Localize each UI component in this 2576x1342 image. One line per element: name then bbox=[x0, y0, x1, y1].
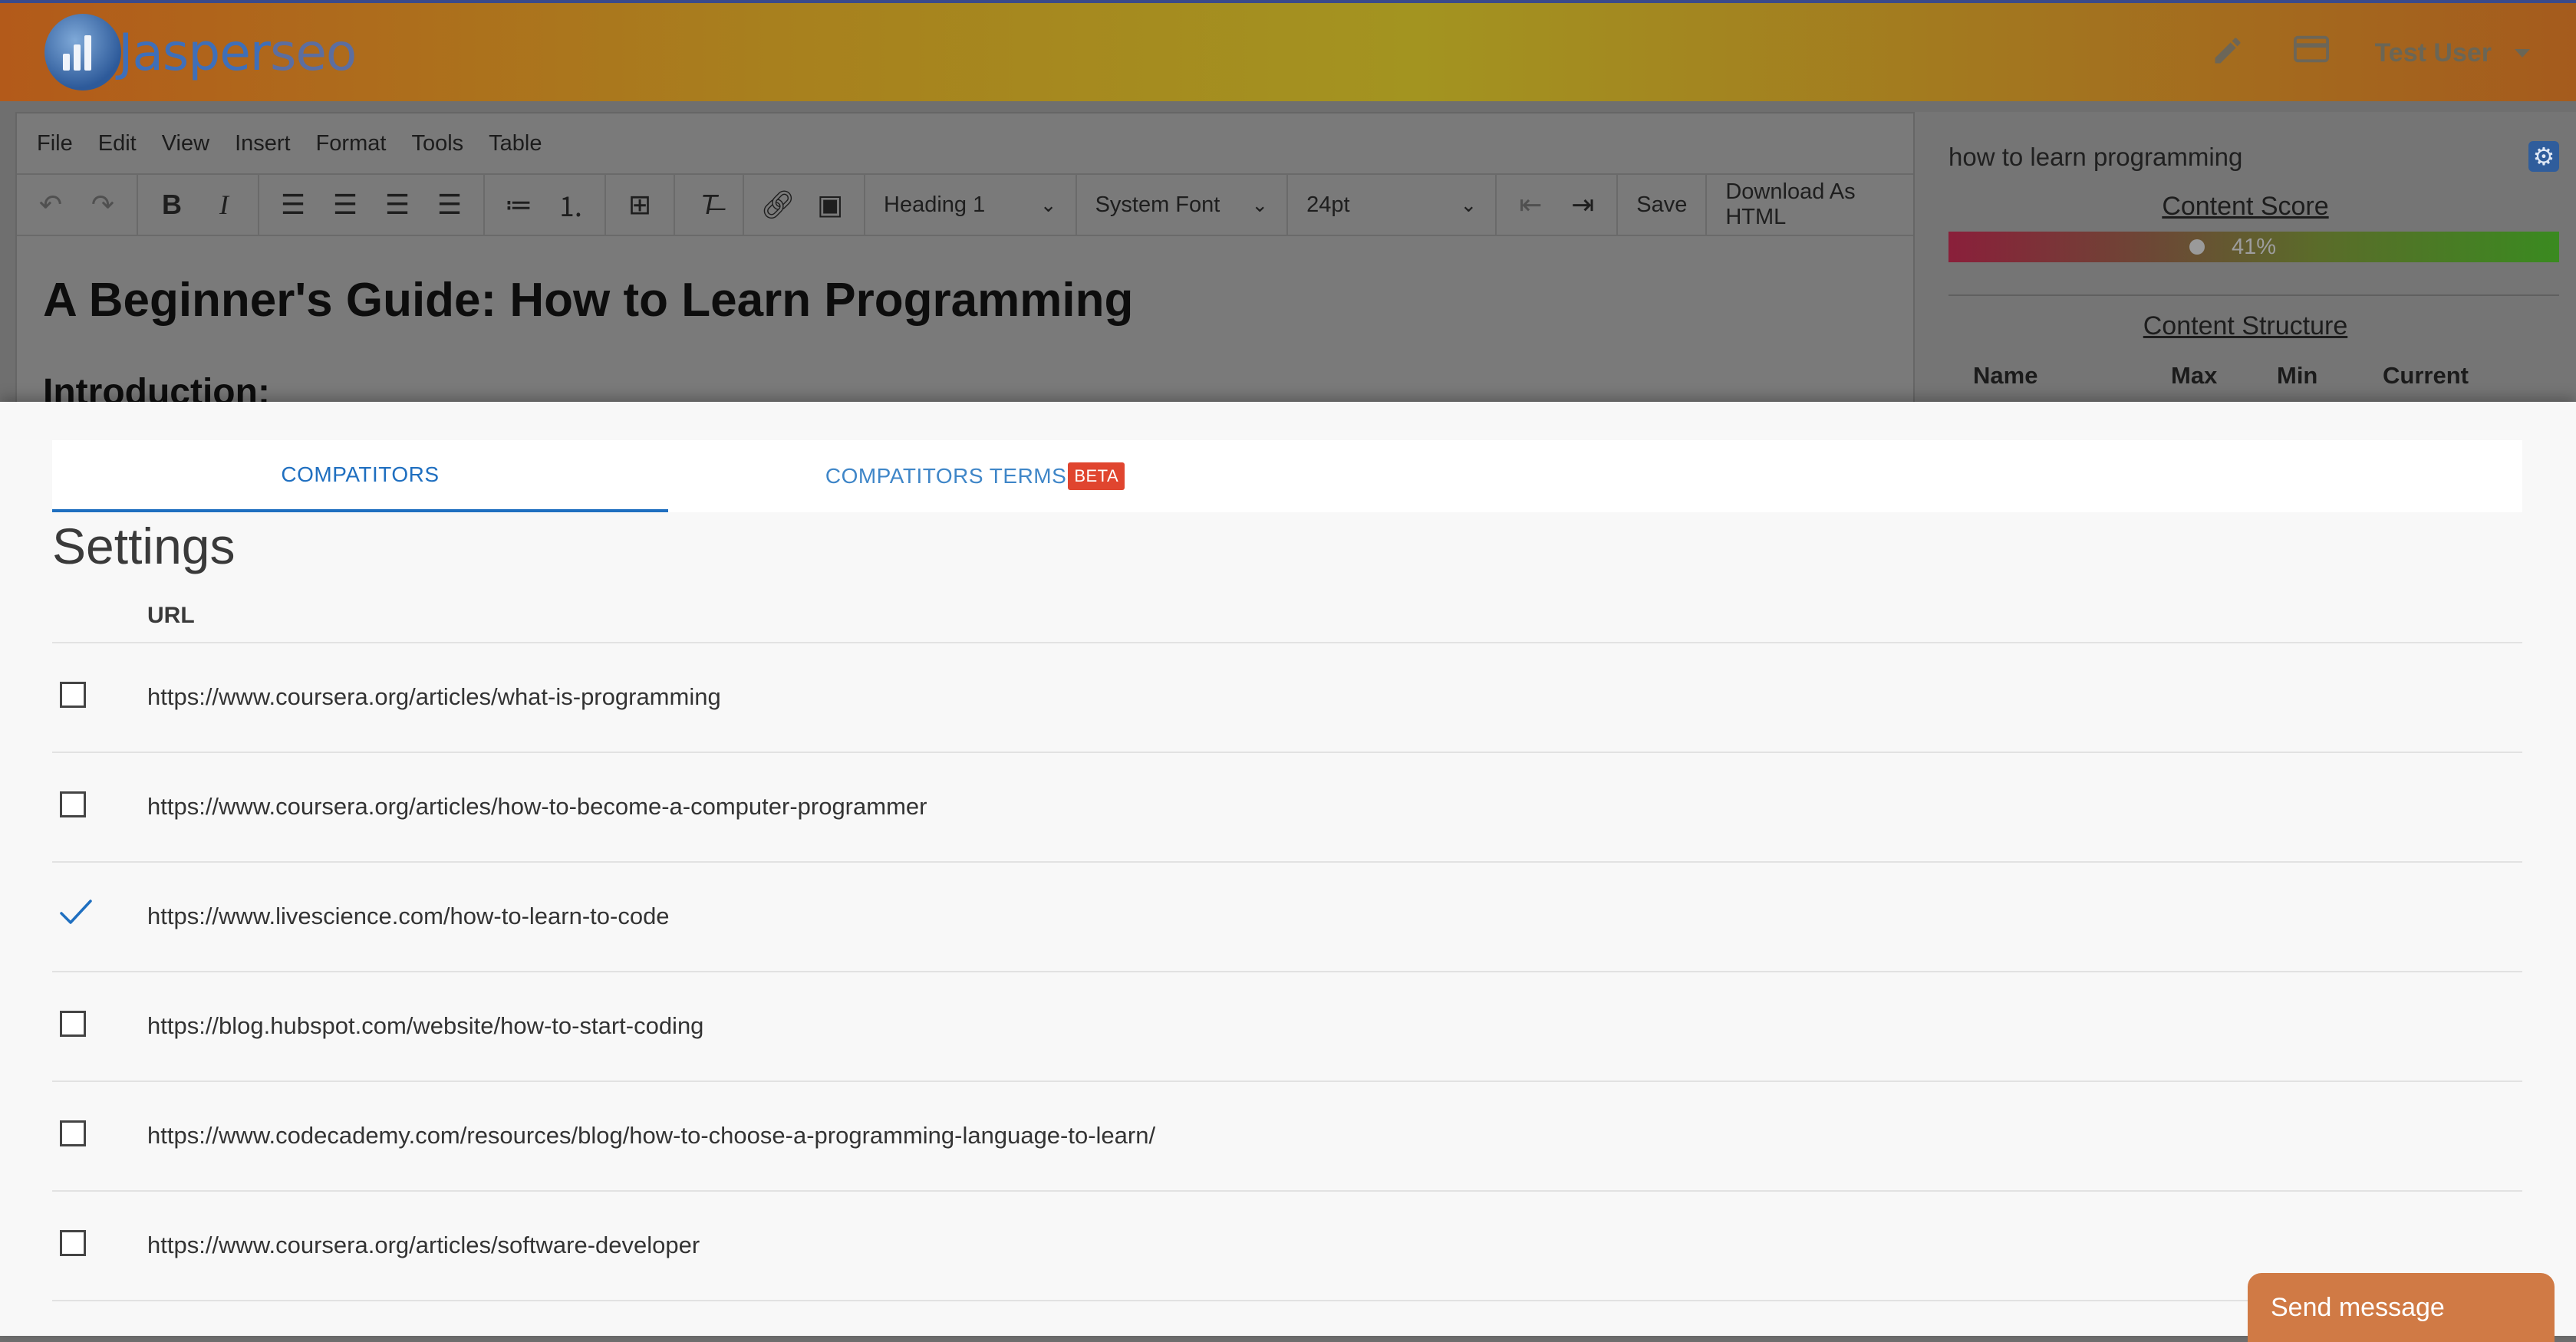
row-checkbox[interactable] bbox=[60, 791, 86, 817]
url-text: https://www.coursera.org/articles/softwa… bbox=[147, 1232, 700, 1258]
row-checkbox[interactable] bbox=[60, 682, 86, 708]
menu-table[interactable]: Table bbox=[489, 131, 542, 156]
content-score-value: 41% bbox=[2231, 235, 2277, 259]
bullet-list-icon[interactable]: ≔ bbox=[492, 183, 545, 226]
url-text: https://blog.hubspot.com/website/how-to-… bbox=[147, 1012, 704, 1039]
column-current: Current bbox=[2383, 362, 2469, 389]
italic-icon[interactable]: I bbox=[198, 183, 250, 226]
url-text: https://www.coursera.org/articles/how-to… bbox=[147, 793, 927, 820]
url-column-header: URL bbox=[147, 603, 195, 628]
link-icon[interactable]: 🔗︎ bbox=[752, 183, 804, 226]
menu-file[interactable]: File bbox=[37, 131, 73, 156]
save-button[interactable]: Save bbox=[1618, 175, 1708, 235]
url-text: https://www.coursera.org/articles/what-i… bbox=[147, 683, 721, 710]
tab-competitors-terms[interactable]: COMPATITORS TERMS BETA bbox=[668, 440, 1282, 512]
menu-view[interactable]: View bbox=[162, 131, 209, 156]
chevron-down-icon: ⌄ bbox=[1251, 192, 1269, 216]
tab-competitors[interactable]: COMPATITORS bbox=[52, 440, 668, 512]
download-html-button[interactable]: Download As HTML bbox=[1707, 175, 1913, 235]
table-row[interactable]: https://www.codecademy.com/resources/blo… bbox=[52, 1082, 2522, 1192]
table-row[interactable]: https://www.livescience.com/how-to-learn… bbox=[52, 863, 2522, 972]
url-text: https://www.codecademy.com/resources/blo… bbox=[147, 1122, 1156, 1149]
column-name: Name bbox=[1973, 362, 2038, 389]
caret-down-icon bbox=[2515, 49, 2530, 58]
checkmark-icon[interactable] bbox=[57, 893, 95, 932]
align-left-icon[interactable]: ☰ bbox=[267, 183, 319, 226]
undo-icon[interactable]: ↶ bbox=[25, 183, 77, 226]
column-min: Min bbox=[2277, 362, 2318, 389]
content-score-bar: 41% bbox=[1948, 232, 2559, 262]
rich-text-editor: File Edit View Insert Format Tools Table… bbox=[15, 112, 1915, 413]
image-icon[interactable]: ▣ bbox=[804, 183, 856, 226]
numbered-list-icon[interactable]: ⒈ bbox=[545, 183, 597, 226]
row-checkbox[interactable] bbox=[60, 1011, 86, 1037]
bold-icon[interactable]: B bbox=[146, 183, 198, 226]
app-header: Jasperseo Test User bbox=[0, 0, 2576, 101]
menu-edit[interactable]: Edit bbox=[98, 131, 137, 156]
competitors-panel: COMPATITORS COMPATITORS TERMS BETA Setti… bbox=[0, 402, 2576, 1336]
card-icon[interactable] bbox=[2294, 34, 2329, 73]
table-row[interactable]: https://www.coursera.org/articles/what-i… bbox=[52, 643, 2522, 753]
url-text: https://www.livescience.com/how-to-learn… bbox=[147, 903, 670, 929]
gear-icon[interactable]: ⚙ bbox=[2528, 141, 2559, 172]
pencil-icon[interactable] bbox=[2211, 34, 2245, 76]
logo-chart-icon bbox=[44, 14, 121, 90]
editor-menubar: File Edit View Insert Format Tools Table bbox=[17, 113, 1913, 175]
panel-tabs: COMPATITORS COMPATITORS TERMS BETA bbox=[52, 440, 2522, 512]
brand-name: Jasperseo bbox=[118, 22, 357, 82]
content-score-title[interactable]: Content Score bbox=[1915, 192, 2576, 222]
outdent-icon[interactable]: ⇤ bbox=[1504, 183, 1556, 226]
font-family-select[interactable]: System Font ⌄ bbox=[1077, 175, 1289, 235]
block-format-select[interactable]: Heading 1 ⌄ bbox=[865, 175, 1077, 235]
seo-sidebar: how to learn programming ⚙ Content Score… bbox=[1915, 112, 2576, 411]
align-center-icon[interactable]: ☰ bbox=[319, 183, 371, 226]
chevron-down-icon: ⌄ bbox=[1460, 192, 1477, 216]
divider bbox=[1948, 294, 2559, 296]
target-keyword: how to learn programming bbox=[1948, 143, 2243, 171]
clear-format-icon[interactable]: T̶ bbox=[683, 183, 735, 226]
row-checkbox[interactable] bbox=[60, 1120, 86, 1146]
indent-icon[interactable]: ⇥ bbox=[1556, 183, 1609, 226]
menu-format[interactable]: Format bbox=[316, 131, 387, 156]
document-title[interactable]: A Beginner's Guide: How to Learn Program… bbox=[43, 273, 1133, 327]
row-checkbox[interactable] bbox=[60, 1230, 86, 1256]
brand-logo[interactable]: Jasperseo bbox=[44, 14, 357, 90]
beta-badge: BETA bbox=[1068, 462, 1125, 490]
table-row[interactable]: https://blog.hubspot.com/website/how-to-… bbox=[52, 972, 2522, 1082]
table-row[interactable]: https://www.coursera.org/articles/how-to… bbox=[52, 753, 2522, 863]
content-structure-title[interactable]: Content Structure bbox=[1915, 311, 2576, 341]
settings-heading: Settings bbox=[52, 518, 236, 574]
user-name: Test User bbox=[2374, 38, 2492, 67]
chevron-down-icon: ⌄ bbox=[1039, 192, 1057, 216]
user-menu[interactable]: Test User bbox=[2375, 38, 2530, 68]
menu-insert[interactable]: Insert bbox=[235, 131, 291, 156]
editor-toolbar: ↶ ↷ B I ☰ ☰ ☰ ☰ ≔ ⒈ ⊞ T̶ 🔗︎ ▣ Heading 1 ⌄ bbox=[17, 175, 1913, 236]
align-justify-icon[interactable]: ☰ bbox=[423, 183, 476, 226]
table-icon[interactable]: ⊞ bbox=[614, 183, 666, 226]
menu-tools[interactable]: Tools bbox=[411, 131, 463, 156]
redo-icon[interactable]: ↷ bbox=[77, 183, 129, 226]
column-max: Max bbox=[2171, 362, 2218, 389]
align-right-icon[interactable]: ☰ bbox=[371, 183, 423, 226]
table-row[interactable]: https://www.coursera.org/articles/softwa… bbox=[52, 1192, 2522, 1301]
send-message-button[interactable]: Send message bbox=[2248, 1273, 2555, 1342]
font-size-select[interactable]: 24pt ⌄ bbox=[1288, 175, 1497, 235]
